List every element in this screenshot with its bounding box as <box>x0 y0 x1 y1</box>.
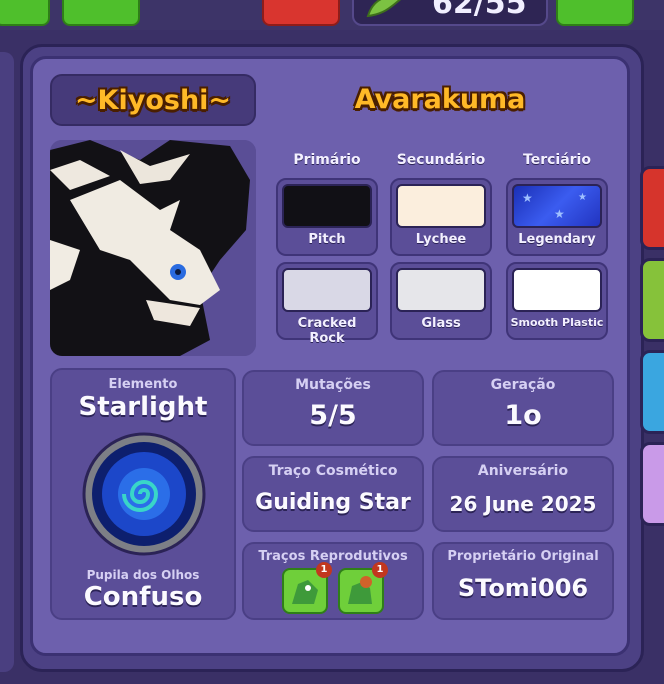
side-tab-blue[interactable] <box>640 350 664 434</box>
top-bar: 62/55 <box>0 0 664 30</box>
swatch-primary-2[interactable]: Cracked Rock <box>276 262 378 346</box>
swatch-tertiary-2[interactable]: Smooth Plastic <box>506 262 608 340</box>
color-swatch <box>282 184 372 228</box>
left-panel-edge <box>0 52 14 672</box>
swatch-label: Lychee <box>415 232 467 247</box>
side-tab-red[interactable] <box>640 166 664 250</box>
color-swatch <box>512 268 602 312</box>
birthday-panel: Aniversário 26 June 2025 <box>432 456 614 532</box>
spiral-eye-icon <box>82 432 206 556</box>
breeding-trait-2[interactable]: 1 <box>338 562 388 614</box>
pet-image <box>50 140 256 356</box>
swatch-secondary-1[interactable]: Lychee <box>390 178 492 256</box>
swatch-label: Legendary <box>518 232 596 247</box>
svg-text:★: ★ <box>578 192 587 203</box>
generation-value: 1o <box>504 400 542 431</box>
breeding-title: Traços Reprodutivos <box>258 549 408 564</box>
svg-text:★: ★ <box>554 207 565 221</box>
cosmetic-panel: Traço Cosmético Guiding Star <box>242 456 424 532</box>
top-button-2[interactable] <box>62 0 140 26</box>
cosmetic-value: Guiding Star <box>255 490 411 515</box>
svg-text:★: ★ <box>522 191 533 205</box>
pupil-title: Pupila dos Olhos <box>86 568 200 582</box>
breeding-panel: Traços Reprodutivos 1 1 <box>242 542 424 620</box>
swatch-label: Smooth Plastic <box>510 316 604 329</box>
pet-name-badge: ~Kiyoshi~ <box>50 74 256 126</box>
birthday-value: 26 June 2025 <box>449 492 597 516</box>
swatch-tertiary-1[interactable]: ★ ★ ★ Legendary <box>506 178 608 256</box>
swatch-label: Cracked Rock <box>297 316 357 346</box>
stars-pattern-icon: ★ ★ ★ <box>522 191 587 221</box>
cosmetic-title: Traço Cosmético <box>268 463 398 479</box>
top-counter: 62/55 <box>352 0 548 26</box>
color-swatch <box>396 184 486 228</box>
trait-badge: 1 <box>372 562 388 578</box>
mutations-panel: Mutações 5/5 <box>242 370 424 446</box>
element-value: Starlight <box>78 392 208 422</box>
color-swatch: ★ ★ ★ <box>512 184 602 228</box>
header-tertiary: Terciário <box>523 152 591 168</box>
side-tab-purple[interactable] <box>640 442 664 526</box>
header-primary: Primário <box>293 152 361 168</box>
color-swatch <box>396 268 486 312</box>
generation-title: Geração <box>490 377 556 393</box>
pet-portrait <box>50 140 256 356</box>
swatch-secondary-2[interactable]: Glass <box>390 262 492 340</box>
owner-value: STomi006 <box>457 574 589 602</box>
leaf-icon <box>366 0 402 18</box>
swatch-label: Pitch <box>308 232 346 247</box>
mutations-title: Mutações <box>295 377 371 393</box>
trait-badge: 1 <box>316 562 332 578</box>
element-panel: Elemento Starlight Pupila dos Olhos Conf… <box>50 368 236 620</box>
counter-text: 62/55 <box>432 0 527 21</box>
shop-button[interactable] <box>262 0 340 26</box>
breeding-trait-1[interactable]: 1 <box>282 562 332 614</box>
generation-panel: Geração 1o <box>432 370 614 446</box>
swatch-label: Glass <box>421 316 461 331</box>
top-left-button[interactable] <box>0 0 50 26</box>
top-right-button[interactable] <box>556 0 634 26</box>
header-secondary: Secundário <box>396 152 486 168</box>
pet-species: Avarakuma <box>354 84 526 115</box>
element-title: Elemento <box>108 377 178 392</box>
swatch-primary-1[interactable]: Pitch <box>276 178 378 256</box>
birthday-title: Aniversário <box>477 463 569 479</box>
pupil-value: Confuso <box>83 582 203 612</box>
owner-title: Proprietário Original <box>447 549 599 564</box>
mutations-value: 5/5 <box>309 400 357 431</box>
color-swatch <box>282 268 372 312</box>
pet-name: ~Kiyoshi~ <box>74 85 232 116</box>
owner-panel: Proprietário Original STomi006 <box>432 542 614 620</box>
side-tab-green[interactable] <box>640 258 664 342</box>
